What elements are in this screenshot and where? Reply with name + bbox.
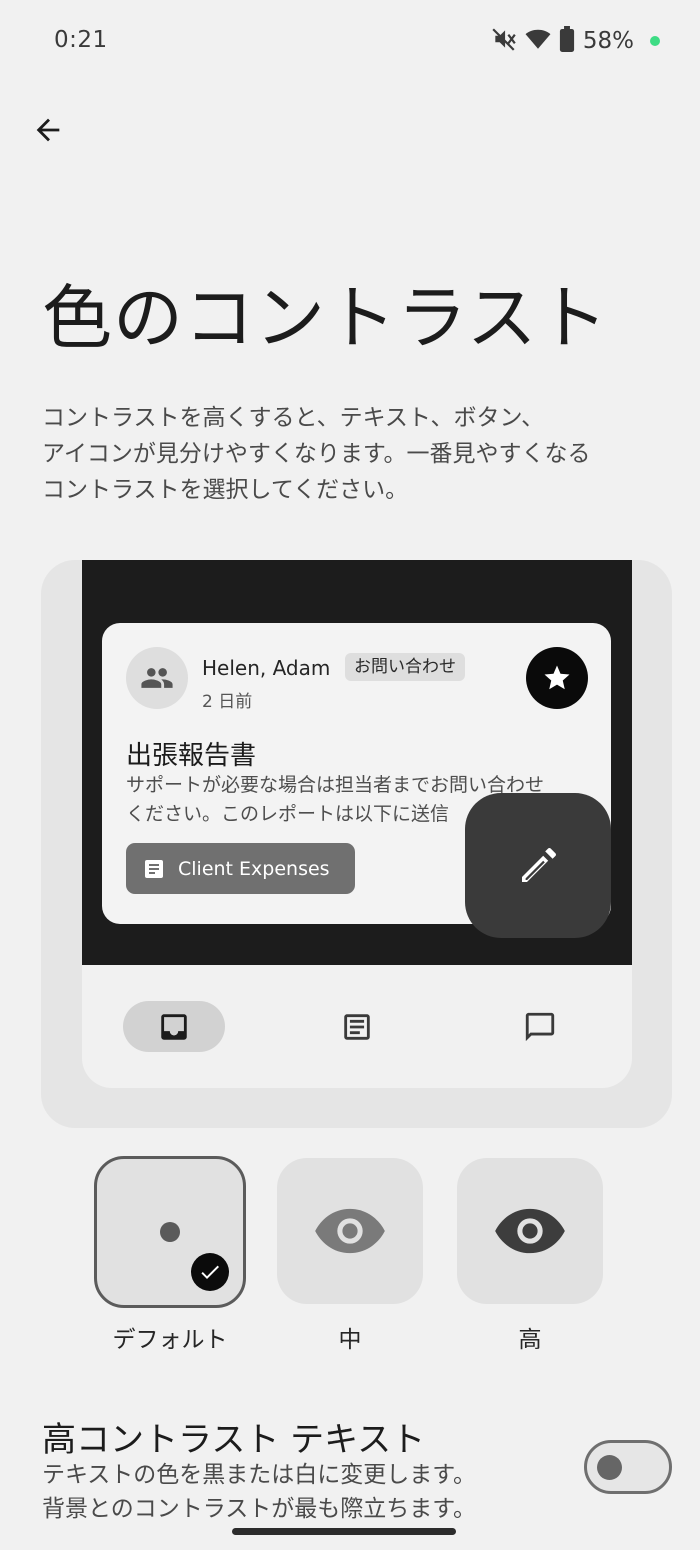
preview-nav-bar bbox=[82, 965, 632, 1088]
contrast-option-medium-label: 中 bbox=[338, 1327, 362, 1353]
high-contrast-text-description: テキストの色を黒または白に変更します。 背景とのコントラストが最も際立ちます。 bbox=[42, 1462, 477, 1522]
battery-percent: 58% bbox=[582, 28, 634, 54]
contrast-option-medium[interactable] bbox=[277, 1158, 423, 1304]
back-button[interactable] bbox=[26, 108, 70, 152]
eye-icon bbox=[315, 1208, 385, 1254]
contrast-option-default-label: デフォルト bbox=[112, 1327, 228, 1353]
eye-icon bbox=[495, 1208, 565, 1254]
document-icon bbox=[145, 859, 163, 878]
mail-subject: 出張報告書 bbox=[126, 741, 257, 771]
nav-item-inbox bbox=[123, 1001, 225, 1052]
status-time: 0:21 bbox=[54, 27, 108, 53]
privacy-indicator-dot bbox=[650, 36, 660, 46]
compose-fab bbox=[465, 793, 611, 938]
pencil-icon bbox=[522, 847, 556, 882]
nav-item-chat bbox=[489, 1001, 591, 1052]
nav-item-articles bbox=[306, 1001, 408, 1052]
wifi-icon bbox=[525, 26, 551, 56]
people-icon bbox=[141, 668, 173, 688]
page-description: コントラストを高くすると、テキスト、ボタン、 アイコンが見分けやすくなります。一… bbox=[42, 405, 591, 503]
category-chip: お問い合わせ bbox=[345, 653, 465, 681]
battery-icon bbox=[559, 26, 575, 56]
attachment-label: Client Expenses bbox=[178, 857, 330, 880]
preview-screen: Helen, Adam お問い合わせ 2 日前 出張報告書 サポートが必要な場合… bbox=[82, 560, 632, 1088]
high-contrast-text-title: 高コントラスト テキスト bbox=[42, 1420, 426, 1460]
chat-icon bbox=[525, 1012, 555, 1041]
toggle-thumb bbox=[597, 1455, 622, 1480]
inbox-icon bbox=[161, 1013, 187, 1040]
preview-background: Helen, Adam お問い合わせ 2 日前 出張報告書 サポートが必要な場合… bbox=[82, 560, 632, 965]
attachment-chip: Client Expenses bbox=[126, 843, 355, 894]
mute-icon bbox=[491, 26, 517, 56]
article-icon bbox=[344, 1013, 370, 1040]
sender-name: Helen, Adam bbox=[202, 656, 331, 680]
star-icon bbox=[544, 665, 570, 690]
default-contrast-icon bbox=[160, 1222, 180, 1242]
status-icons: 58% bbox=[491, 26, 660, 56]
arrow-back-icon bbox=[36, 118, 60, 142]
contrast-option-default[interactable] bbox=[94, 1156, 246, 1308]
avatar bbox=[126, 647, 188, 709]
mail-date: 2 日前 bbox=[202, 692, 253, 712]
page-title: 色のコントラスト bbox=[42, 277, 609, 359]
contrast-option-high-label: 高 bbox=[518, 1327, 542, 1353]
status-bar: 0:21 58% bbox=[0, 0, 700, 84]
high-contrast-text-toggle[interactable] bbox=[584, 1440, 672, 1494]
check-icon bbox=[191, 1253, 229, 1291]
home-indicator[interactable] bbox=[232, 1528, 456, 1535]
contrast-option-high[interactable] bbox=[457, 1158, 603, 1304]
star-button bbox=[526, 647, 588, 709]
